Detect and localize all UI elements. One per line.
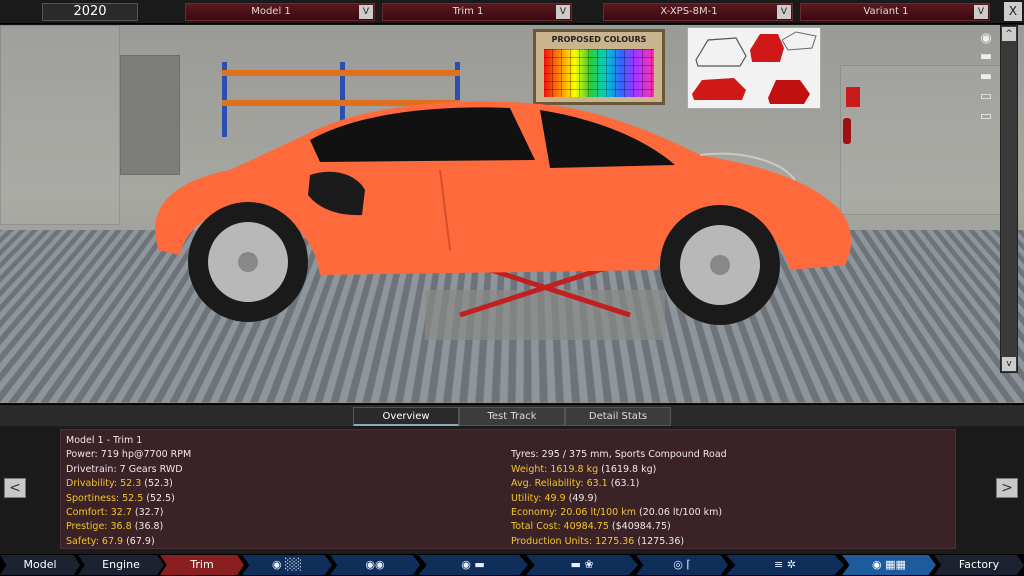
- nav-engine[interactable]: Engine: [78, 555, 164, 575]
- stat-value: Sportiness: 52.5: [66, 493, 143, 504]
- stat-baseline: (63.1): [608, 478, 640, 489]
- tab-overview[interactable]: Overview: [353, 407, 459, 426]
- stat-value: Avg. Reliability: 63.1: [511, 478, 608, 489]
- stat-baseline: (52.3): [141, 478, 173, 489]
- view-rear-icon[interactable]: ▭: [976, 89, 996, 105]
- stats-right-column: Tyres: 295 / 375 mm, Sports Compound Roa…: [511, 434, 727, 549]
- model-dropdown-label: Model 1: [186, 4, 374, 20]
- car-model[interactable]: [140, 80, 870, 350]
- stat-total-cost: Total Cost: 40984.75 ($40984.75): [511, 520, 727, 534]
- fire-alarm-icon: [846, 87, 860, 107]
- stats-panel: < Model 1 - Trim 1 Power: 719 hp@7700 RP…: [0, 426, 1024, 554]
- nav-body[interactable]: ◉ ▬: [418, 555, 528, 575]
- stat-value: Safety: 67.9: [66, 536, 123, 547]
- stat-baseline: (49.9): [566, 493, 598, 504]
- nav-aero[interactable]: ▬ ❀: [526, 555, 638, 575]
- prev-button[interactable]: <: [4, 478, 26, 498]
- car-fan-icon: ▬ ❀: [570, 558, 593, 571]
- stat-value: Production Units: 1275.36: [511, 536, 634, 547]
- stat-value: Weight: 1619.8 kg: [511, 464, 598, 475]
- close-button[interactable]: X: [1004, 2, 1022, 21]
- stat-value: Comfort: 32.7: [66, 507, 132, 518]
- stat-baseline: (1275.36): [634, 536, 684, 547]
- stat-baseline: (67.9): [123, 536, 155, 547]
- nav-tuning[interactable]: ≡ ✲: [726, 555, 844, 575]
- view-front-icon[interactable]: ▬: [976, 69, 996, 85]
- camera-icon[interactable]: ◉: [976, 31, 996, 47]
- stats-left-column: Model 1 - Trim 1 Power: 719 hp@7700 RPM …: [66, 434, 191, 549]
- stat-value: Utility: 49.9: [511, 493, 566, 504]
- steering-seat-icon: ◎ ⌈: [673, 558, 690, 571]
- scroll-down-button[interactable]: v: [1002, 357, 1016, 371]
- stat-weight: Weight: 1619.8 kg (1619.8 kg): [511, 463, 727, 477]
- stat-sportiness: Sportiness: 52.5 (52.5): [66, 492, 191, 506]
- stat-drivetrain: Drivetrain: 7 Gears RWD: [66, 463, 191, 477]
- stat-utility: Utility: 49.9 (49.9): [511, 492, 727, 506]
- stat-drivability: Drivability: 52.3 (52.3): [66, 477, 191, 491]
- scroll-up-button[interactable]: ^: [1002, 27, 1016, 41]
- trim-dropdown[interactable]: Trim 1 V: [382, 3, 572, 21]
- stat-tyres: Tyres: 295 / 375 mm, Sports Compound Roa…: [511, 448, 727, 462]
- stat-baseline: (32.7): [132, 507, 164, 518]
- next-button[interactable]: >: [996, 478, 1018, 498]
- top-bar: 2020 Model 1 V Trim 1 V X-XPS-8M-1 V Var…: [0, 0, 1024, 24]
- stat-economy: Economy: 20.06 lt/100 km (20.06 lt/100 k…: [511, 506, 727, 520]
- car-viewport[interactable]: PROPOSED COLOURS ◉ ▬ ▬ ▭ ▭ ^ v: [0, 25, 1024, 403]
- stat-value: Total Cost: 40984.75: [511, 521, 609, 532]
- model-dropdown[interactable]: Model 1 V: [185, 3, 375, 21]
- engine-dropdown[interactable]: X-XPS-8M-1 V: [603, 3, 793, 21]
- view-top-icon[interactable]: ▭: [976, 109, 996, 125]
- stats-spacer: [511, 434, 727, 448]
- stat-value: Drivability: 52.3: [66, 478, 141, 489]
- stat-power: Power: 719 hp@7700 RPM: [66, 448, 191, 462]
- shock-tools-icon: ≡ ✲: [774, 558, 796, 571]
- poster-title: PROPOSED COLOURS: [536, 35, 662, 44]
- trim-dropdown-label: Trim 1: [383, 4, 571, 20]
- view-side-icon[interactable]: ▬: [976, 49, 996, 65]
- vertical-scrollbar[interactable]: ^ v: [1000, 25, 1018, 373]
- body-icon: ◉ ▬: [461, 558, 485, 571]
- nav-factory[interactable]: Factory: [934, 555, 1024, 575]
- stat-production-units: Production Units: 1275.36 (1275.36): [511, 535, 727, 549]
- stat-baseline: ($40984.75): [609, 521, 671, 532]
- nav-testing[interactable]: ◉ ▦▦: [842, 555, 936, 575]
- fire-extinguisher-icon: [843, 118, 851, 144]
- year-display: 2020: [42, 3, 138, 21]
- stats-header: Model 1 - Trim 1: [66, 434, 191, 448]
- variant-dropdown[interactable]: Variant 1 V: [800, 3, 990, 21]
- wheels-icon: ◉◉: [365, 558, 384, 571]
- stat-value: Prestige: 36.8: [66, 521, 132, 532]
- nav-model[interactable]: Model: [0, 555, 80, 575]
- stat-baseline: (1619.8 kg): [598, 464, 656, 475]
- stat-baseline: (52.5): [143, 493, 175, 504]
- tab-test-track[interactable]: Test Track: [459, 407, 565, 426]
- checkered-flag-icon: ◉ ▦▦: [872, 558, 906, 571]
- engine-dropdown-label: X-XPS-8M-1: [604, 4, 792, 20]
- stat-baseline: (36.8): [132, 521, 164, 532]
- nav-suspension[interactable]: ◉◉: [330, 555, 420, 575]
- variant-dropdown-label: Variant 1: [801, 4, 989, 20]
- nav-trim[interactable]: Trim: [160, 555, 244, 575]
- stat-safety: Safety: 67.9 (67.9): [66, 535, 191, 549]
- stat-reliability: Avg. Reliability: 63.1 (63.1): [511, 477, 727, 491]
- chassis-icon: ◉ ░░: [272, 558, 302, 571]
- chevron-down-icon[interactable]: V: [974, 5, 988, 19]
- stat-prestige: Prestige: 36.8 (36.8): [66, 520, 191, 534]
- stats-box: Model 1 - Trim 1 Power: 719 hp@7700 RPM …: [60, 429, 956, 549]
- nav-interior[interactable]: ◎ ⌈: [636, 555, 728, 575]
- tab-detail-stats[interactable]: Detail Stats: [565, 407, 671, 426]
- chevron-down-icon[interactable]: V: [777, 5, 791, 19]
- chevron-down-icon[interactable]: V: [359, 5, 373, 19]
- stat-baseline: (20.06 lt/100 km): [636, 507, 722, 518]
- bottom-nav: Model Engine Trim ◉ ░░ ◉◉ ◉ ▬ ▬ ❀ ◎ ⌈ ≡ …: [0, 554, 1024, 576]
- stat-comfort: Comfort: 32.7 (32.7): [66, 506, 191, 520]
- chevron-down-icon[interactable]: V: [556, 5, 570, 19]
- wall-panel: [0, 25, 120, 225]
- info-tabs: Overview Test Track Detail Stats: [0, 404, 1024, 426]
- nav-chassis[interactable]: ◉ ░░: [242, 555, 332, 575]
- stat-value: Economy: 20.06 lt/100 km: [511, 507, 636, 518]
